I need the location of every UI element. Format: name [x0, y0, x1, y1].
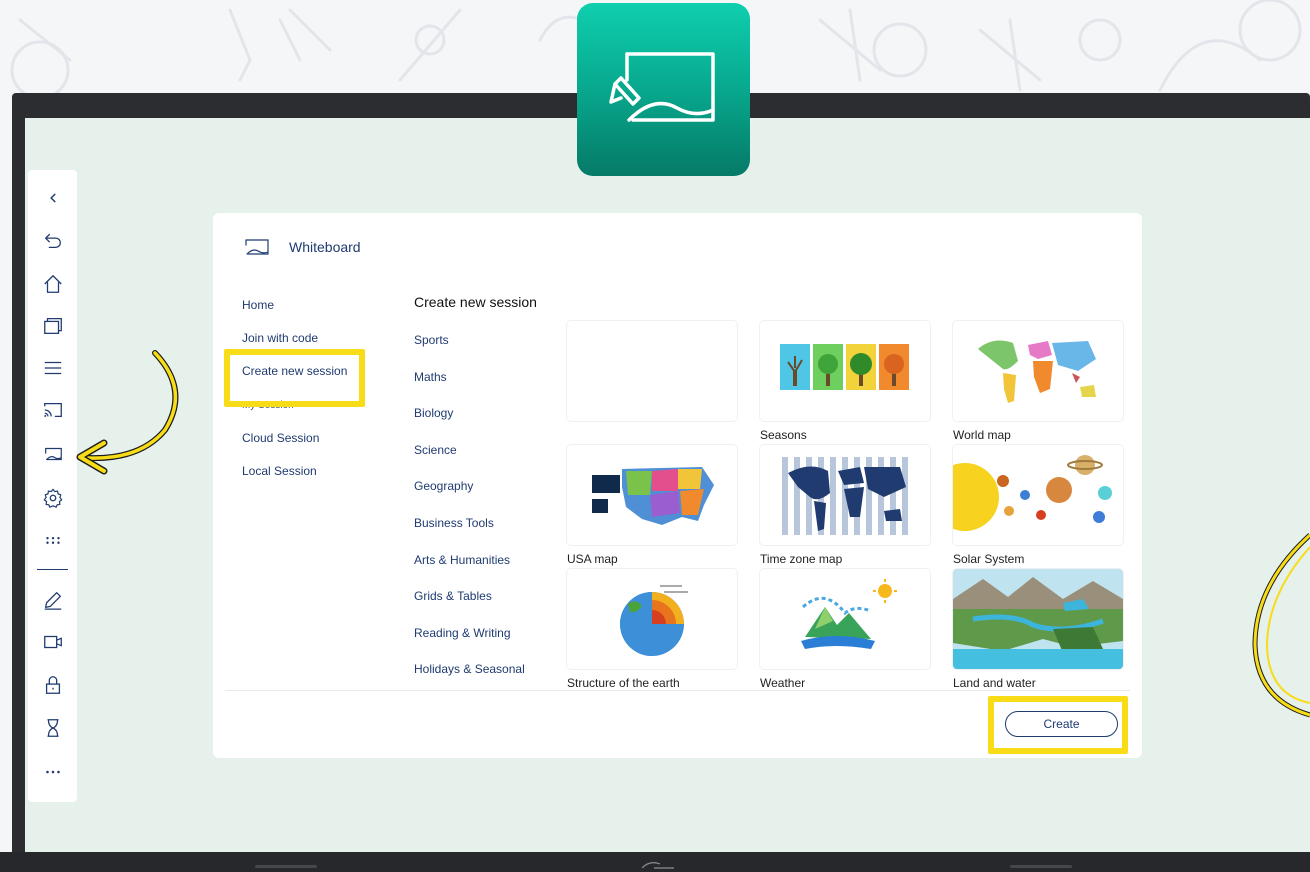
apps-grid-icon: [45, 536, 60, 544]
more-icon: [45, 770, 60, 774]
dialog-title: Whiteboard: [289, 239, 361, 255]
apps-button[interactable]: [28, 522, 77, 558]
category-list: Sports Maths Biology Science Geography B…: [414, 333, 525, 699]
template-label: Seasons: [760, 428, 807, 442]
template-label: Structure of the earth: [567, 676, 680, 690]
whiteboard-icon: [608, 51, 715, 122]
gear-icon: [43, 488, 62, 508]
template-label: Solar System: [953, 552, 1025, 566]
world-map-thumbnail: [978, 340, 1096, 403]
solar-system-thumbnail: [953, 455, 1112, 531]
template-thumbnail: [567, 321, 737, 421]
whiteboard-icon: [44, 447, 62, 461]
land-and-water-thumbnail: [953, 569, 1123, 669]
template-label: Weather: [760, 676, 806, 690]
nav-local-session[interactable]: Local Session: [242, 464, 347, 497]
home-button[interactable]: [28, 266, 77, 302]
dialog-footer-divider: [225, 690, 1130, 691]
nav-cloud-session[interactable]: Cloud Session: [242, 431, 347, 464]
camera-icon: [43, 635, 62, 649]
template-card-time-zone-map[interactable]: Time zone map: [760, 445, 930, 566]
category-reading-writing[interactable]: Reading & Writing: [414, 626, 525, 663]
lock-icon: [45, 676, 60, 694]
time-zone-map-thumbnail: [782, 457, 908, 535]
template-thumbnail: [760, 569, 930, 669]
dialog-header: Whiteboard: [243, 237, 361, 257]
hourglass-icon: [47, 719, 58, 737]
camera-button[interactable]: [28, 624, 77, 660]
category-holidays-seasonal[interactable]: Holidays & Seasonal: [414, 662, 525, 699]
template-label: USA map: [567, 552, 618, 566]
template-label: World map: [953, 428, 1011, 442]
pen-icon: [44, 592, 61, 610]
template-card-seasons[interactable]: Seasons: [760, 321, 930, 442]
left-toolbar: [28, 170, 77, 802]
template-card-world-map[interactable]: World map: [953, 321, 1123, 442]
category-business-tools[interactable]: Business Tools: [414, 516, 525, 553]
template-thumbnail: [953, 445, 1123, 545]
settings-button[interactable]: [28, 480, 77, 516]
template-card-usa-map[interactable]: USA map: [567, 445, 737, 566]
category-science[interactable]: Science: [414, 443, 525, 480]
toolbar-divider: [37, 569, 68, 570]
template-thumbnail: [760, 445, 930, 545]
home-icon: [43, 275, 62, 293]
cast-icon: [43, 402, 62, 418]
template-label: Land and water: [953, 676, 1036, 690]
display-brand-logo: [640, 860, 676, 872]
windows-button[interactable]: [28, 308, 77, 344]
bezel-speaker-right: [1010, 865, 1072, 868]
create-session-heading: Create new session: [414, 294, 537, 310]
weather-thumbnail: [801, 579, 897, 649]
undo-icon: [44, 233, 61, 248]
lock-button[interactable]: [28, 667, 77, 703]
template-card-weather[interactable]: Weather: [760, 569, 930, 690]
nav-home[interactable]: Home: [242, 298, 347, 331]
annotation-circle: [1252, 533, 1310, 718]
windows-icon: [43, 318, 62, 334]
template-thumbnail: [953, 321, 1123, 421]
more-button[interactable]: [28, 754, 77, 790]
highlight-create-new-session: [224, 349, 365, 407]
whiteboard-icon: [245, 239, 269, 255]
category-sports[interactable]: Sports: [414, 333, 525, 370]
earth-structure-thumbnail: [620, 585, 688, 656]
category-arts-humanities[interactable]: Arts & Humanities: [414, 553, 525, 590]
template-thumbnail: [567, 569, 737, 669]
seasons-thumbnail: [780, 344, 909, 390]
category-maths[interactable]: Maths: [414, 370, 525, 407]
undo-button[interactable]: [28, 222, 77, 258]
chevron-left-icon: [49, 193, 56, 203]
menu-icon: [44, 361, 61, 375]
timer-button[interactable]: [28, 710, 77, 746]
template-card-structure-of-the-earth[interactable]: Structure of the earth: [567, 569, 737, 690]
annotate-button[interactable]: [28, 582, 77, 618]
template-card-solar-system[interactable]: Solar System: [953, 445, 1123, 566]
template-label: Time zone map: [760, 552, 843, 566]
category-geography[interactable]: Geography: [414, 479, 525, 516]
usa-map-thumbnail: [592, 467, 714, 525]
template-thumbnail: [567, 445, 737, 545]
collapse-button[interactable]: [28, 180, 77, 216]
template-grid: Seasons World map USA map Time zone map …: [567, 321, 1124, 693]
brand-logo-icon: [641, 862, 674, 869]
category-biology[interactable]: Biology: [414, 406, 525, 443]
category-grids-tables[interactable]: Grids & Tables: [414, 589, 525, 626]
template-thumbnail: [760, 321, 930, 421]
bezel-speaker-left: [255, 865, 317, 868]
annotation-arrow: [76, 350, 179, 475]
template-card-blank[interactable]: [567, 321, 737, 428]
new-session-dialog: Whiteboard Home Join with code Create ne…: [213, 213, 1142, 758]
whiteboard-app-tile: [577, 3, 750, 176]
highlight-create-button: [988, 696, 1128, 754]
template-card-land-and-water[interactable]: Land and water: [953, 569, 1123, 690]
template-thumbnail: [953, 569, 1123, 669]
